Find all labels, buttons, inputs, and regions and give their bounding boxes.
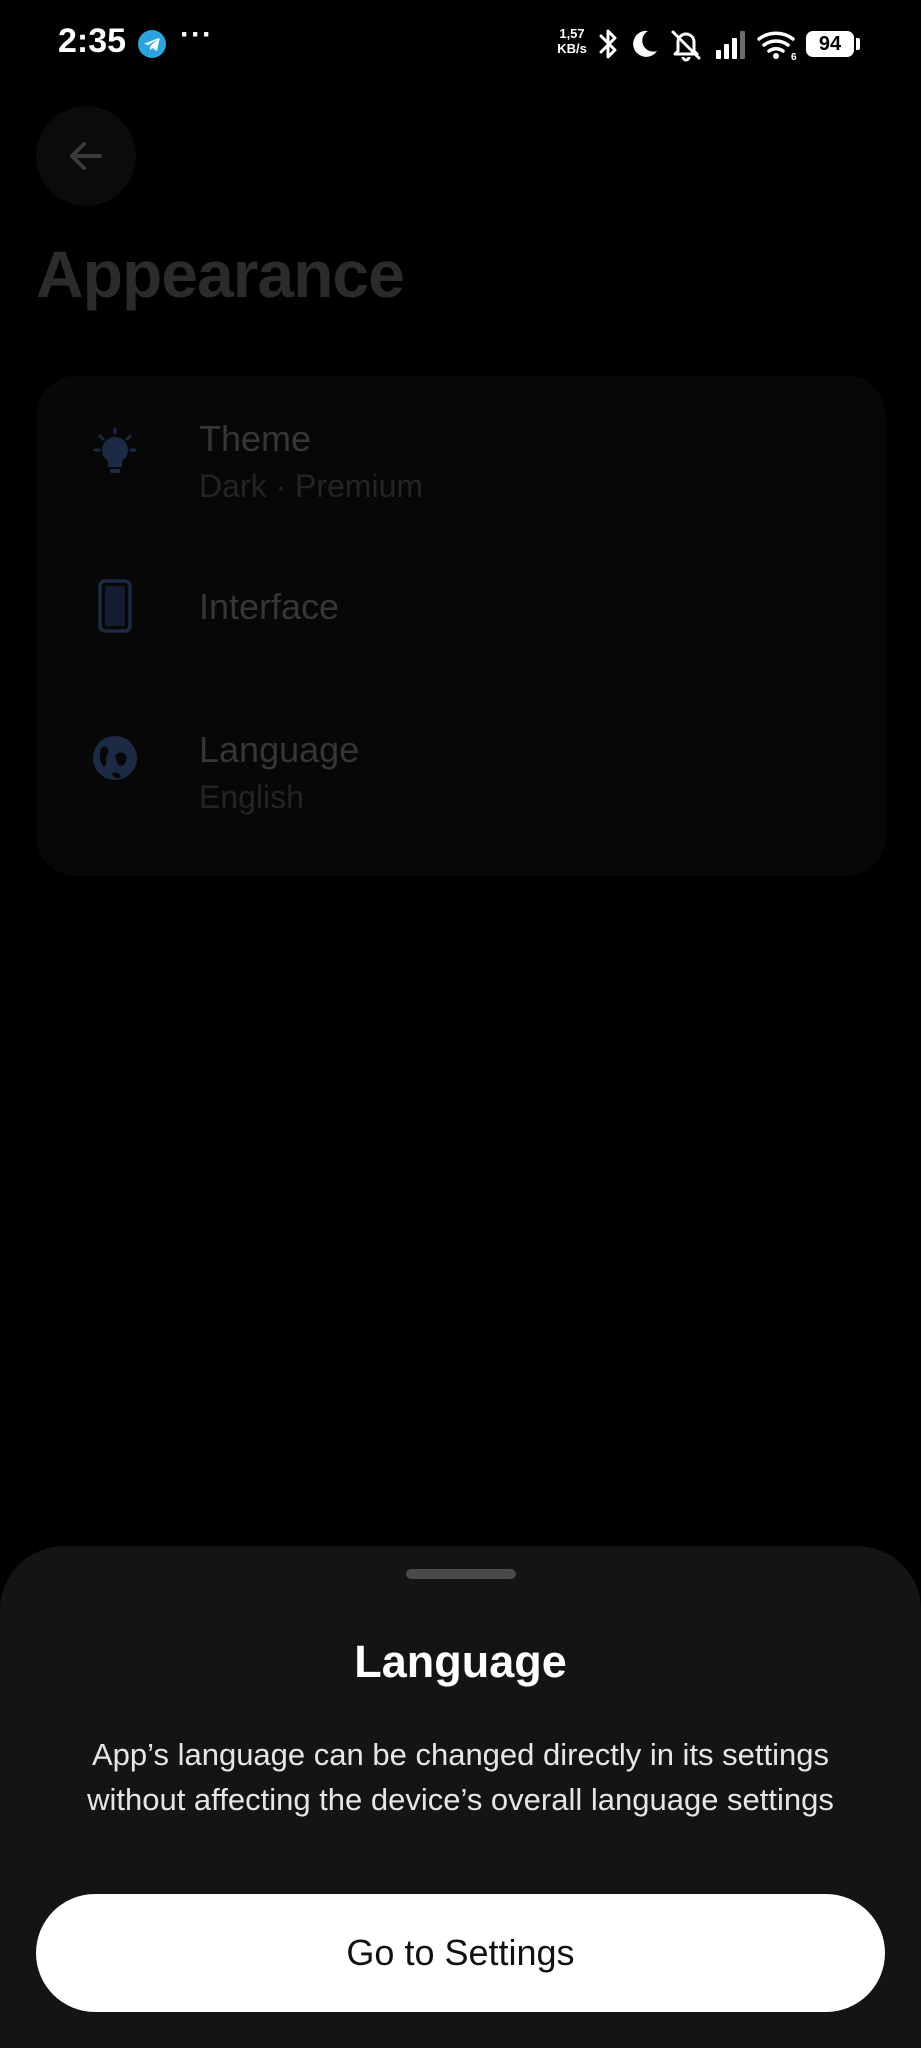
- page-title: Appearance: [36, 237, 405, 311]
- setting-row-interface[interactable]: Interface: [36, 546, 886, 686]
- globe-icon: [93, 736, 137, 780]
- sheet-description: App’s language can be changed directly i…: [30, 1732, 891, 1822]
- sheet-title: Language: [354, 1636, 567, 1687]
- setting-row-language[interactable]: Language English: [36, 691, 886, 831]
- lightbulb-icon: [93, 428, 137, 473]
- phone-icon: [98, 579, 132, 633]
- sheet-drag-handle[interactable]: [406, 1569, 516, 1579]
- setting-row-theme[interactable]: Theme Dark · Premium: [36, 376, 886, 516]
- sheet-description-line-1: App’s language can be changed directly i…: [91, 1737, 830, 1772]
- sheet-description-line-2: without affecting the device’s overall l…: [87, 1782, 834, 1817]
- setting-theme-title: Theme: [199, 418, 312, 459]
- setting-theme-subtitle: Dark · Premium: [199, 468, 424, 504]
- go-to-settings-button[interactable]: Go to Settings: [36, 1894, 885, 2012]
- setting-interface-title: Interface: [199, 586, 340, 627]
- back-button[interactable]: [36, 106, 136, 206]
- arrow-left-icon: [70, 142, 102, 170]
- settings-card: Theme Dark · Premium Interface Language …: [36, 376, 886, 876]
- setting-language-subtitle: English: [199, 779, 304, 815]
- setting-language-title: Language: [199, 729, 360, 770]
- language-bottom-sheet: Language App’s language can be changed d…: [0, 1546, 921, 2048]
